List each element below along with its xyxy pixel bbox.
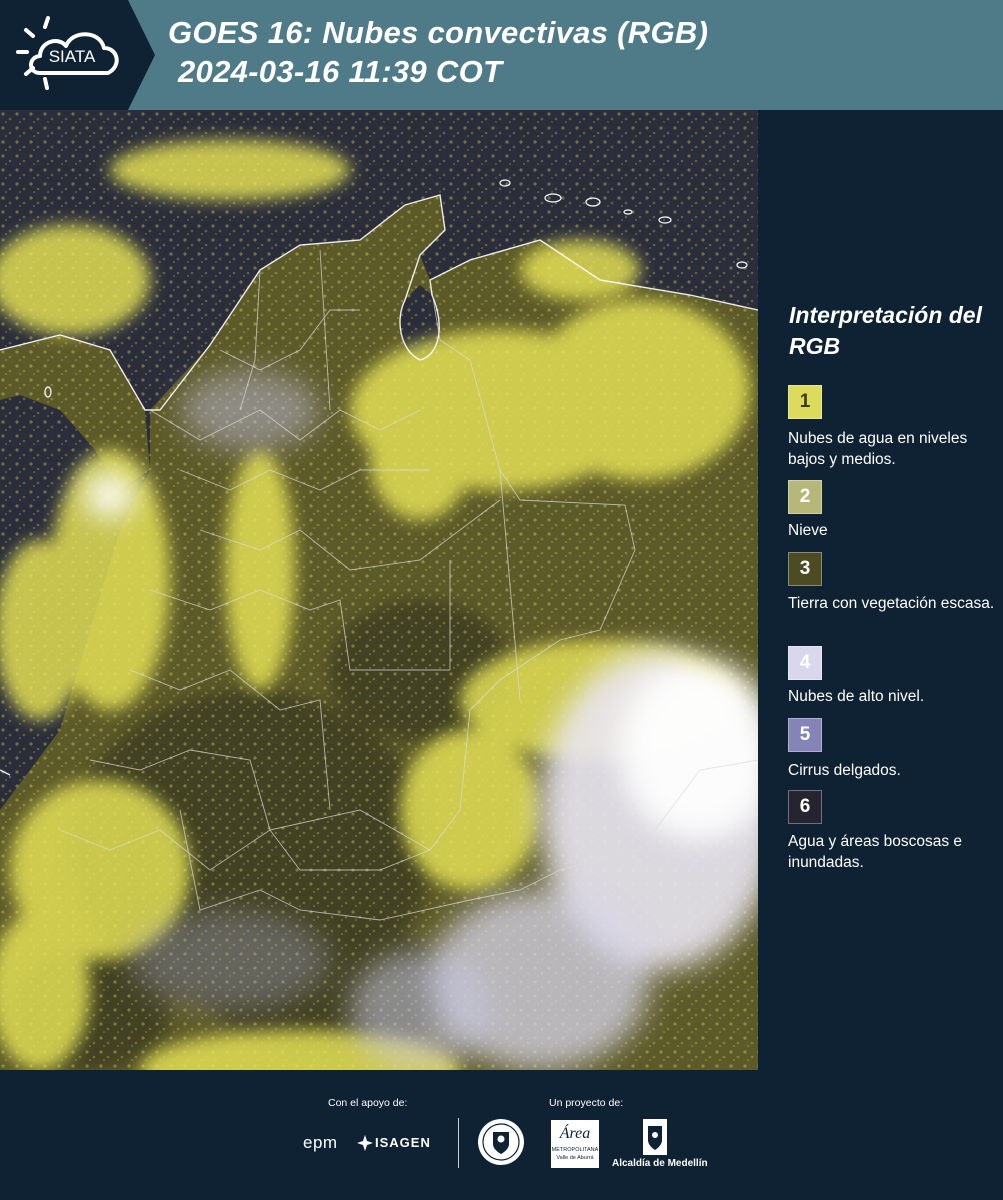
legend-number: 2	[799, 486, 811, 507]
legend-label-2: Nieve	[788, 522, 828, 539]
legend-number: 5	[799, 724, 811, 745]
legend-number: 4	[799, 652, 811, 673]
support-caption: Con el apoyo de:	[328, 1097, 408, 1109]
page-title: GOES 16: Nubes convectivas (RGB)	[168, 15, 709, 50]
siata-logo-icon: SIATA	[0, 0, 155, 110]
legend-label-5: Cirrus delgados.	[788, 762, 901, 779]
siata-logo[interactable]: SIATA	[0, 0, 155, 110]
siata-logo-text: SIATA	[49, 47, 96, 66]
alcaldia-shield-icon	[642, 1118, 668, 1156]
satellite-map[interactable]	[0, 110, 758, 1070]
legend-swatch-4: 4	[788, 646, 822, 680]
legend-label-6: Agua y áreas boscosas e inundadas.	[788, 833, 963, 871]
isagen-icon	[357, 1135, 373, 1151]
footer: Con el apoyo de: Un proyecto de: epm ISA…	[0, 1070, 1003, 1200]
isagen-logo[interactable]: ISAGEN	[375, 1135, 431, 1150]
alcaldia-logo[interactable]: Alcaldía de Medellín	[612, 1158, 708, 1169]
header: SIATA GOES 16: Nubes convectivas (RGB) 2…	[0, 0, 1003, 110]
page-timestamp: 2024-03-16 11:39 COT	[178, 54, 503, 89]
legend-number: 6	[799, 796, 811, 817]
footer-divider	[458, 1118, 459, 1168]
area-logo-sub-1: METROPOLITANA	[551, 1147, 599, 1153]
legend-title: Interpretación del RGB	[789, 302, 982, 359]
legend-panel: Interpretación del RGB 1 Nubes de agua e…	[758, 110, 1003, 1070]
legend-swatch-1: 1	[788, 385, 822, 419]
medellin-seal-icon[interactable]	[477, 1118, 525, 1166]
area-logo-sub-2: Valle de Aburrá	[556, 1155, 594, 1161]
legend-swatch-5: 5	[788, 718, 822, 752]
legend-swatch-3: 3	[788, 552, 822, 586]
satellite-map-image	[0, 110, 758, 1070]
legend-number: 1	[799, 391, 811, 412]
legend-number: 3	[799, 558, 811, 579]
legend-label-4: Nubes de alto nivel.	[788, 688, 925, 705]
legend-label-1: Nubes de agua en niveles bajos y medios.	[788, 430, 968, 468]
legend-swatch-2: 2	[788, 480, 822, 514]
project-caption: Un proyecto de:	[549, 1097, 624, 1109]
legend-swatch-6: 6	[788, 790, 822, 824]
area-metropolitana-logo[interactable]: Área METROPOLITANA Valle de Aburrá	[551, 1120, 599, 1168]
epm-logo[interactable]: epm	[303, 1133, 338, 1153]
area-logo-text: Área	[559, 1125, 591, 1142]
legend-label-3: Tierra con vegetación escasa.	[788, 595, 995, 612]
